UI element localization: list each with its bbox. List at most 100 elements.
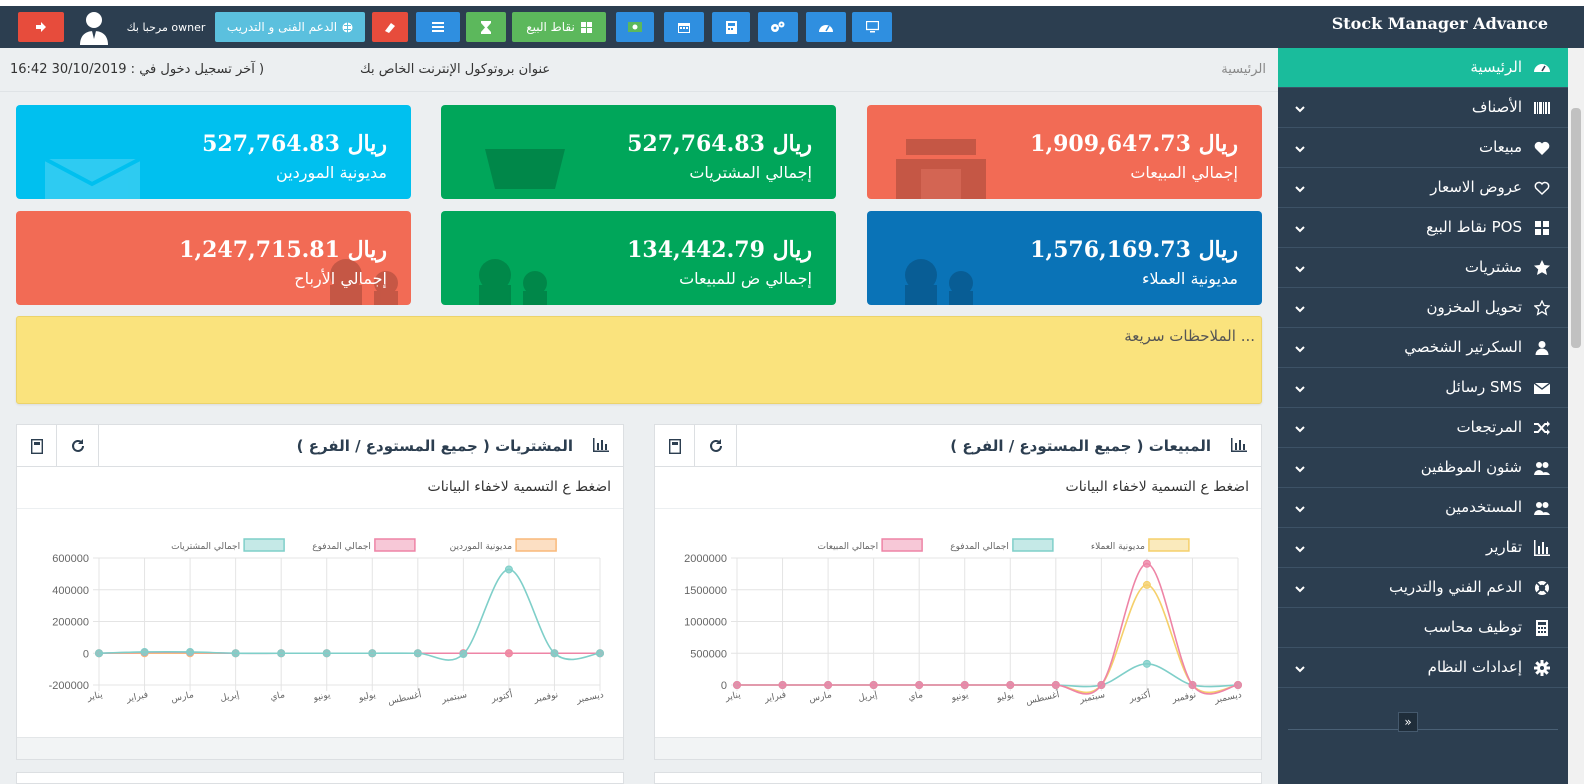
brand-title[interactable]: Stock Manager Advance [1332,14,1548,33]
dashboard-icon [1534,60,1550,76]
sidebar-item[interactable]: المرتجعات [1278,408,1568,448]
chevron-down-icon[interactable] [1294,460,1306,473]
sidebar-item-label: مبيعات [1478,138,1522,156]
desktop-button[interactable] [852,12,892,42]
chevron-down-icon[interactable] [1294,140,1306,153]
welcome-text[interactable]: مرحبا بك owner [120,12,212,42]
eraser-button[interactable] [372,12,408,42]
card-title: مديونية الموردين [276,163,387,182]
chevron-down-icon[interactable] [1294,260,1306,273]
sidebar-item[interactable]: توظيف محاسب [1278,608,1568,648]
sidebar-item-label: الدعم الفني والتدريب [1389,578,1522,596]
sidebar-item-label: توظيف محاسب [1423,618,1522,636]
calendar-button[interactable] [664,12,704,42]
x-tick-label: إبريل [857,690,878,704]
data-point [277,649,286,658]
sidebar-item[interactable]: مشتريات [1278,248,1568,288]
y-tick-label: 0 [721,680,727,692]
money-icon [628,22,642,32]
dashboard-button[interactable] [806,12,846,42]
list-button[interactable] [416,12,460,42]
sidebar-item[interactable]: تقارير [1278,528,1568,568]
print-button[interactable] [655,425,695,467]
chevron-down-icon[interactable] [1294,220,1306,233]
print-icon [668,438,681,454]
chevron-down-icon[interactable] [1294,380,1306,393]
y-tick-label: -200000 [49,680,89,692]
x-tick-label: مارس [170,690,195,705]
card-sales-tax[interactable]: 134,442.79 ريال إجمالي ض للمبيعات [441,211,836,305]
legend-label: مديونية العملاء [1091,542,1145,552]
sidebar-divider [1288,729,1558,730]
data-point [1188,681,1197,689]
logout-button[interactable] [18,12,64,42]
avatar[interactable] [74,8,114,46]
x-tick-label: يوليو [995,690,1015,704]
users-icon [1534,500,1550,516]
calculator-icon [1534,620,1550,636]
card-title: إجمالي المبيعات [1130,163,1238,182]
data-point [1051,681,1060,689]
quick-notes[interactable]: الملاحظات سريعة ... [16,316,1262,404]
sidebar-item[interactable]: الرئيسية [1278,48,1568,88]
chevron-down-icon[interactable] [1294,500,1306,513]
sidebar-item[interactable]: المستخدمين [1278,488,1568,528]
card-total-profit[interactable]: 1,247,715.81 ريال إجمالي الأرباح [16,211,411,305]
chevron-down-icon[interactable] [1294,540,1306,553]
chevron-down-icon[interactable] [1294,300,1306,313]
sidebar-collapse-button[interactable]: » [1398,712,1418,732]
sidebar-item-label: نقاط البيع POS [1426,218,1522,236]
x-tick-label: يوليو [357,690,377,704]
chevron-down-icon[interactable] [1294,180,1306,193]
refresh-button[interactable] [695,425,737,467]
card-title: مديونية العملاء [1142,269,1238,288]
card-customer-debt[interactable]: 1,576,169.73 ريال مديونية العملاء [867,211,1262,305]
sidebar-item[interactable]: السكرتير الشخصي [1278,328,1568,368]
sales-line-chart[interactable]: 0 500000 1000000 1500000 2000000 يناير فبراير م… [655,509,1261,715]
card-supplier-debt[interactable]: 527,764.83 ريال مديونية الموردين [16,105,411,199]
panel-footer [17,737,623,759]
heart-icon [1534,140,1550,156]
pos-button[interactable]: نقاط البيع [512,12,606,42]
sidebar-item[interactable]: إعدادات النظام [1278,648,1568,688]
panel-header: المبيعات ( جميع المستودع / الفرع ) [655,425,1261,467]
x-tick-label: يناير [723,690,742,703]
data-point [322,649,331,658]
sidebar-item[interactable]: الأصناف [1278,88,1568,128]
breadcrumb[interactable]: الرئيسية [1221,62,1266,77]
card-total-purchases[interactable]: 527,764.83 ريال إجمالي المشتريات [441,105,836,199]
hourglass-button[interactable] [466,12,506,42]
sidebar-item[interactable]: الدعم الفني والتدريب [1278,568,1568,608]
sidebar-item[interactable]: عروض الاسعار [1278,168,1568,208]
legend-swatch [1148,538,1190,552]
print-icon [30,438,43,454]
chevron-down-icon[interactable] [1294,100,1306,113]
chevron-down-icon[interactable] [1294,340,1306,353]
pos-button-label: نقاط البيع [526,20,575,34]
card-total-sales[interactable]: 1,909,647.73 ريال إجمالي المبيعات [867,105,1262,199]
data-point [915,681,924,689]
purchases-line-chart[interactable]: -200000 0 200000 400000 600000 يناير فبراير مار… [17,509,623,715]
card-amount: 1,247,715.81 ريال [179,237,387,263]
chevron-down-icon[interactable] [1294,660,1306,673]
scrollbar-thumb[interactable] [1571,108,1581,348]
sidebar-item[interactable]: تحويل المخزون [1278,288,1568,328]
chevron-down-icon[interactable] [1294,420,1306,433]
purchases-chart-panel: المشتريات ( جميع المستودع / الفرع ) اضغط… [16,424,624,760]
support-button[interactable]: الدعم الفنى و التدريب [215,12,365,42]
print-button[interactable] [17,425,57,467]
money-button[interactable] [616,12,654,42]
y-tick-label: 400000 [52,585,89,597]
chevron-down-icon[interactable] [1294,580,1306,593]
sidebar-item[interactable]: نقاط البيع POS [1278,208,1568,248]
calculator-button[interactable] [712,12,750,42]
sidebar-item[interactable]: رسائل SMS [1278,368,1568,408]
y-tick-label: 500000 [690,648,727,660]
scrollbar[interactable] [1568,48,1584,784]
refresh-button[interactable] [57,425,99,467]
sidebar-item[interactable]: مبيعات [1278,128,1568,168]
x-tick-label: يونيو [312,690,332,704]
cogs-button[interactable] [758,12,798,42]
panel-hint-row: اضغط ع التسمية لاخفاء البيانات [655,467,1261,509]
sidebar-item[interactable]: شئون الموظفين [1278,448,1568,488]
